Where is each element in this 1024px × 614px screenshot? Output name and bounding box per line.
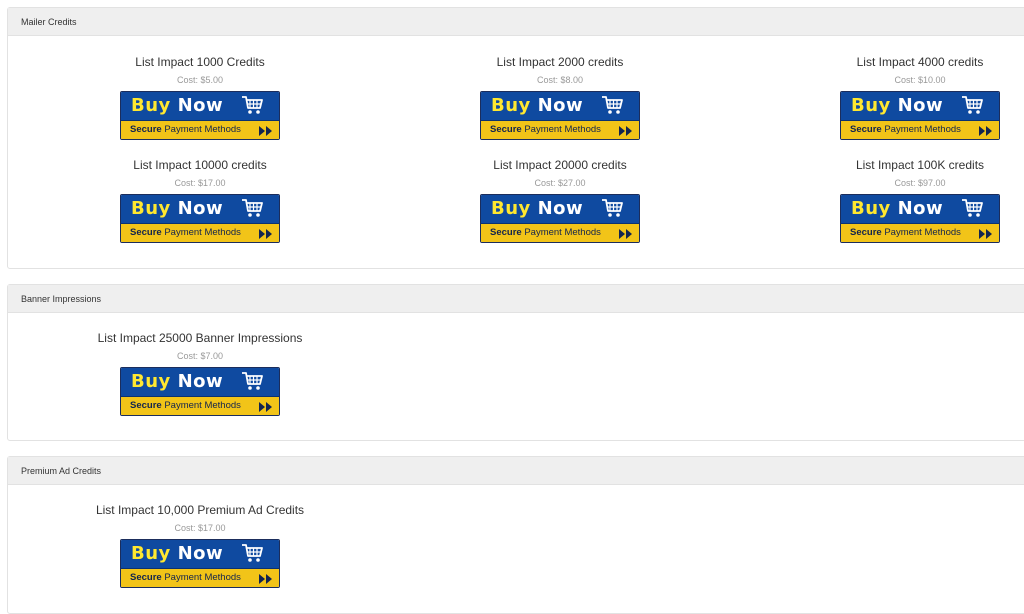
now-word: Now bbox=[897, 198, 944, 219]
double-arrow-right-icon bbox=[979, 126, 992, 136]
shopping-cart-icon bbox=[962, 96, 983, 114]
product-cost: Cost: $17.00 bbox=[174, 523, 226, 533]
buy-word: Buy bbox=[131, 371, 171, 392]
product-name: List Impact 25000 Banner Impressions bbox=[97, 331, 303, 345]
buy-word: Buy bbox=[131, 198, 171, 219]
payment-methods-text: Payment Methods bbox=[164, 227, 241, 238]
secure-word: Secure bbox=[130, 227, 162, 238]
payment-methods-text: Payment Methods bbox=[164, 400, 241, 411]
buy-now-button[interactable]: Buy Now Secure Payment Methods bbox=[480, 194, 640, 243]
double-arrow-right-icon bbox=[979, 229, 992, 239]
product-cost: Cost: $27.00 bbox=[534, 178, 586, 188]
product-card: List Impact 20000 credits Cost: $27.00 B… bbox=[450, 158, 670, 243]
buy-now-button[interactable]: Buy Now Secure Payment Methods bbox=[840, 194, 1000, 243]
shopping-cart-icon bbox=[242, 96, 263, 114]
product-name: List Impact 100K credits bbox=[855, 158, 985, 172]
secure-word: Secure bbox=[490, 227, 522, 238]
shopping-cart-icon bbox=[962, 199, 983, 217]
product-cost: Cost: $10.00 bbox=[894, 75, 946, 85]
product-cost: Cost: $5.00 bbox=[176, 75, 224, 85]
double-arrow-right-icon bbox=[259, 126, 272, 136]
product-cost: Cost: $17.00 bbox=[174, 178, 226, 188]
secure-word: Secure bbox=[130, 124, 162, 135]
product-name: List Impact 10000 credits bbox=[133, 158, 267, 172]
buy-now-button[interactable]: Buy Now Secure Payment Methods bbox=[120, 91, 280, 140]
product-name: List Impact 4000 credits bbox=[856, 55, 984, 69]
product-card: List Impact 4000 credits Cost: $10.00 Bu… bbox=[810, 55, 1024, 140]
shopping-cart-icon bbox=[602, 96, 623, 114]
now-word: Now bbox=[177, 543, 224, 564]
payment-methods-text: Payment Methods bbox=[164, 124, 241, 135]
product-cost: Cost: $8.00 bbox=[536, 75, 584, 85]
payment-methods-text: Payment Methods bbox=[524, 124, 601, 135]
shopping-cart-icon bbox=[602, 199, 623, 217]
now-word: Now bbox=[177, 371, 224, 392]
buy-word: Buy bbox=[131, 95, 171, 116]
double-arrow-right-icon bbox=[619, 229, 632, 239]
shopping-cart-icon bbox=[242, 199, 263, 217]
buy-now-button[interactable]: Buy Now Secure Payment Methods bbox=[480, 91, 640, 140]
secure-word: Secure bbox=[130, 572, 162, 583]
shopping-cart-icon bbox=[242, 372, 263, 390]
buy-word: Buy bbox=[851, 95, 891, 116]
product-name: List Impact 10,000 Premium Ad Credits bbox=[95, 503, 305, 517]
product-name: List Impact 2000 credits bbox=[496, 55, 624, 69]
buy-now-button[interactable]: Buy Now Secure Payment Methods bbox=[840, 91, 1000, 140]
buy-word: Buy bbox=[491, 95, 531, 116]
buy-now-button[interactable]: Buy Now Secure Payment Methods bbox=[120, 539, 280, 588]
now-word: Now bbox=[177, 198, 224, 219]
secure-word: Secure bbox=[490, 124, 522, 135]
double-arrow-right-icon bbox=[619, 126, 632, 136]
now-word: Now bbox=[537, 198, 584, 219]
product-card: List Impact 25000 Banner Impressions Cos… bbox=[90, 331, 310, 416]
buy-word: Buy bbox=[131, 543, 171, 564]
product-card: List Impact 2000 credits Cost: $8.00 Buy… bbox=[450, 55, 670, 140]
product-card: List Impact 100K credits Cost: $97.00 Bu… bbox=[810, 158, 1024, 243]
payment-methods-text: Payment Methods bbox=[884, 227, 961, 238]
double-arrow-right-icon bbox=[259, 402, 272, 412]
product-card: List Impact 10,000 Premium Ad Credits Co… bbox=[90, 503, 310, 588]
section-title: Banner Impressions bbox=[8, 285, 1024, 313]
payment-methods-text: Payment Methods bbox=[524, 227, 601, 238]
buy-now-button[interactable]: Buy Now Secure Payment Methods bbox=[120, 194, 280, 243]
product-cost: Cost: $97.00 bbox=[894, 178, 946, 188]
payment-methods-text: Payment Methods bbox=[164, 572, 241, 583]
payment-methods-text: Payment Methods bbox=[884, 124, 961, 135]
section-title: Premium Ad Credits bbox=[8, 457, 1024, 485]
secure-word: Secure bbox=[130, 400, 162, 411]
buy-now-button[interactable]: Buy Now Secure Payment Methods bbox=[120, 367, 280, 416]
buy-word: Buy bbox=[491, 198, 531, 219]
now-word: Now bbox=[897, 95, 944, 116]
buy-word: Buy bbox=[851, 198, 891, 219]
section-title: Mailer Credits bbox=[8, 8, 1024, 36]
double-arrow-right-icon bbox=[259, 229, 272, 239]
product-name: List Impact 20000 credits bbox=[493, 158, 627, 172]
product-cost: Cost: $7.00 bbox=[176, 351, 224, 361]
double-arrow-right-icon bbox=[259, 574, 272, 584]
product-card: List Impact 1000 Credits Cost: $5.00 Buy… bbox=[90, 55, 310, 140]
product-card: List Impact 10000 credits Cost: $17.00 B… bbox=[90, 158, 310, 243]
product-name: List Impact 1000 Credits bbox=[135, 55, 265, 69]
secure-word: Secure bbox=[850, 227, 882, 238]
now-word: Now bbox=[177, 95, 224, 116]
now-word: Now bbox=[537, 95, 584, 116]
shopping-cart-icon bbox=[242, 544, 263, 562]
secure-word: Secure bbox=[850, 124, 882, 135]
